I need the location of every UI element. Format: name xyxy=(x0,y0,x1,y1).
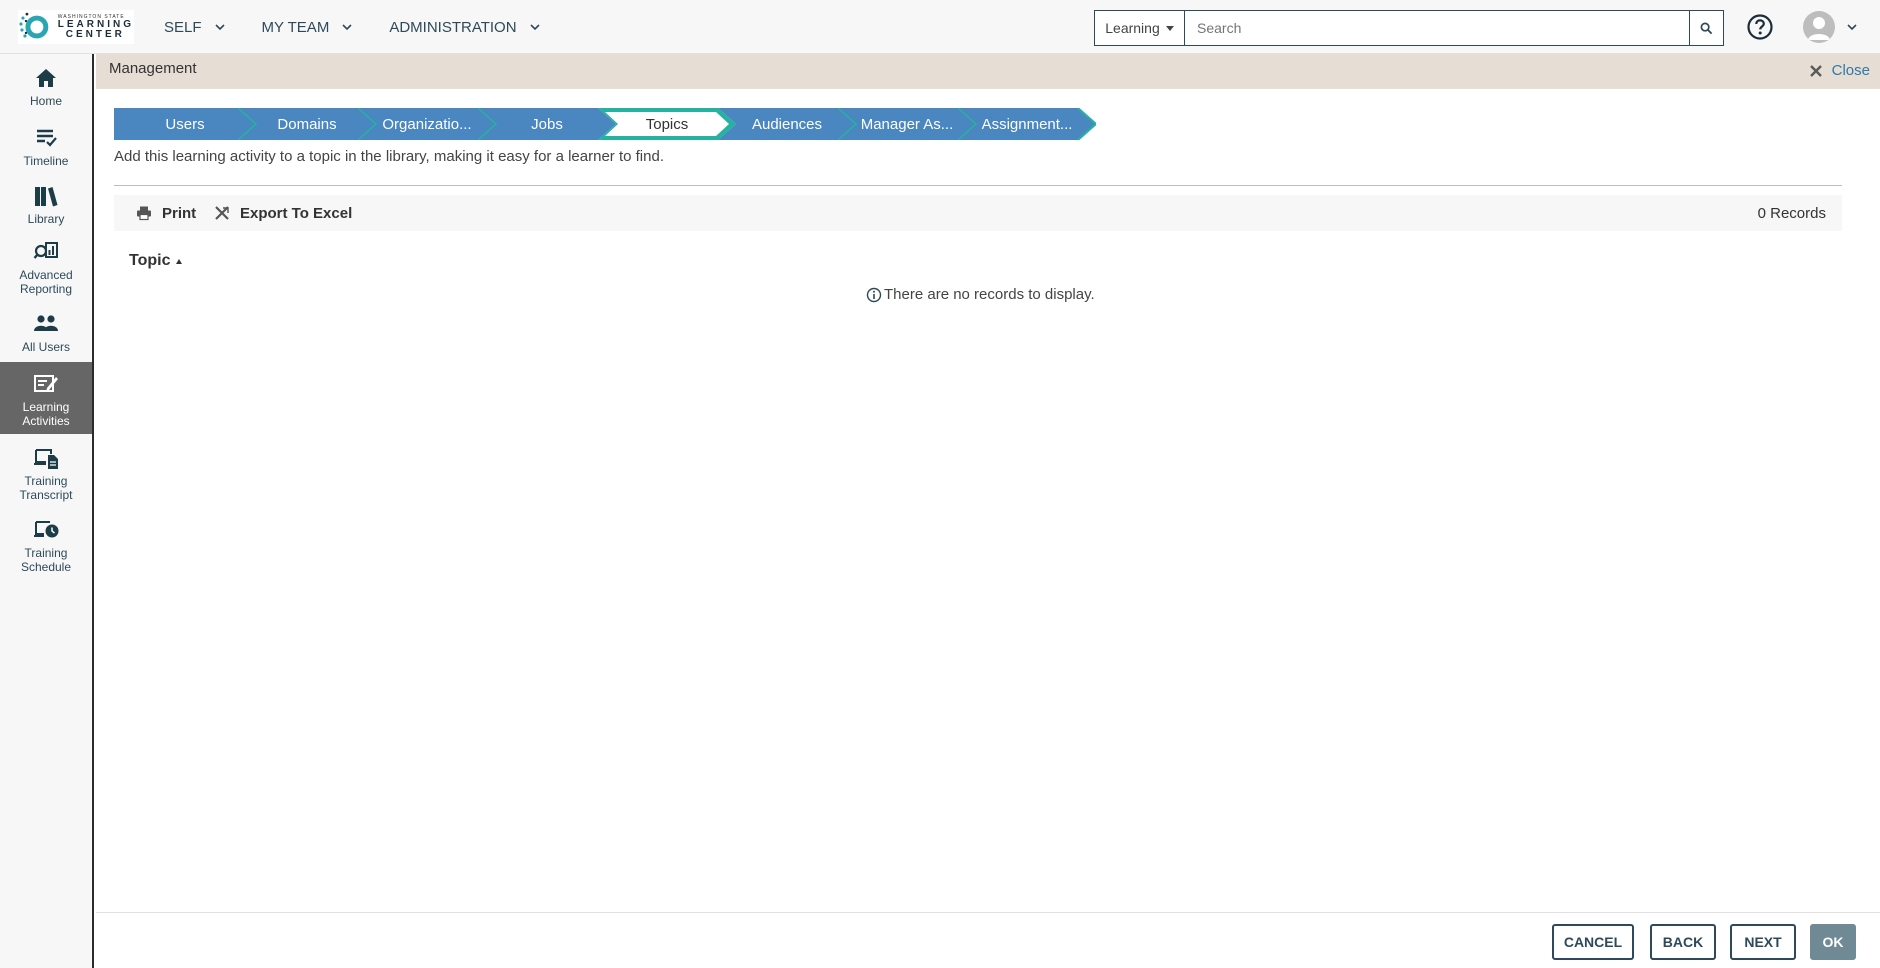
step-label: Assignment... xyxy=(981,115,1073,133)
step-label: Audiences xyxy=(751,115,823,133)
sidebar-item-label: Training Schedule xyxy=(20,546,72,574)
nav-administration-label: ADMINISTRATION xyxy=(389,18,517,36)
empty-state: There are no records to display. xyxy=(866,286,1095,303)
back-button[interactable]: BACK xyxy=(1650,924,1716,960)
sidebar-item-timeline[interactable]: Timeline xyxy=(0,126,92,176)
step-label: Topics xyxy=(645,115,689,133)
nav-my-team[interactable]: MY TEAM xyxy=(262,19,354,36)
record-count: 0 Records xyxy=(1757,205,1826,222)
user-avatar-icon xyxy=(1808,17,1830,40)
sidebar: Home Timeline Library Advanced Reporting… xyxy=(0,54,94,968)
step-jobs[interactable]: Jobs xyxy=(478,108,616,140)
sidebar-item-training-transcript[interactable]: Training Transcript xyxy=(0,446,92,506)
search-bar: Learning xyxy=(1094,10,1724,46)
transcript-icon xyxy=(34,449,58,469)
home-icon xyxy=(36,69,56,87)
avatar[interactable] xyxy=(1803,11,1835,43)
main-nav: SELF MY TEAM ADMINISTRATION xyxy=(164,0,577,54)
step-description: Add this learning activity to a topic in… xyxy=(114,148,664,165)
print-label: Print xyxy=(162,204,197,222)
search-icon xyxy=(1700,22,1713,34)
top-bar: WASHINGTON STATE LEARNING CENTER SELF MY… xyxy=(0,0,1880,54)
sidebar-item-advanced-reporting[interactable]: Advanced Reporting xyxy=(0,240,92,302)
nav-my-team-label: MY TEAM xyxy=(261,18,330,36)
column-header-topic[interactable]: Topic xyxy=(129,252,183,270)
step-assignments[interactable]: Assignment... xyxy=(958,108,1096,140)
search-input[interactable] xyxy=(1185,11,1689,45)
management-header: Management Close xyxy=(96,54,1880,89)
step-manager-assignments[interactable]: Manager As... xyxy=(838,108,976,140)
print-icon xyxy=(137,206,151,221)
nav-self[interactable]: SELF xyxy=(164,19,226,36)
close-button[interactable]: Close xyxy=(1808,62,1870,79)
logo-text-line1: LEARNING xyxy=(57,18,134,30)
close-label: Close xyxy=(1831,62,1870,79)
sidebar-item-label: Library xyxy=(27,212,65,226)
divider xyxy=(114,185,1842,186)
sidebar-item-label: Training Transcript xyxy=(19,474,73,502)
sidebar-item-label: Learning Activities xyxy=(22,400,70,428)
export-label: Export To Excel xyxy=(240,204,353,222)
search-scope-select[interactable]: Learning xyxy=(1095,11,1185,45)
library-icon xyxy=(35,187,58,207)
footer-divider xyxy=(96,912,1880,913)
next-button[interactable]: NEXT xyxy=(1730,924,1796,960)
info-icon xyxy=(866,287,882,302)
logo-icon xyxy=(19,12,49,39)
step-label: Organizatio... xyxy=(382,115,472,133)
sort-ascending-icon xyxy=(176,258,183,264)
step-label: Users xyxy=(165,115,205,133)
column-header-label: Topic xyxy=(129,252,171,269)
chevron-down-icon[interactable] xyxy=(1846,21,1858,33)
ok-button[interactable]: OK xyxy=(1810,924,1856,960)
sidebar-item-library[interactable]: Library xyxy=(0,184,92,234)
export-to-excel-button[interactable]: Export To Excel xyxy=(214,195,352,231)
search-scope-label: Learning xyxy=(1105,20,1160,36)
learning-activities-icon xyxy=(34,375,58,392)
step-label: Manager As... xyxy=(860,115,954,133)
sidebar-item-label: Home xyxy=(29,94,62,108)
schedule-icon xyxy=(34,521,59,538)
step-label: Domains xyxy=(277,115,337,133)
panel-title: Management xyxy=(109,60,197,77)
close-icon xyxy=(1809,64,1822,77)
sidebar-item-label: Timeline xyxy=(23,154,69,168)
step-organizations[interactable]: Organizatio... xyxy=(358,108,496,140)
nav-administration[interactable]: ADMINISTRATION xyxy=(389,19,540,36)
logo-text-line2: CENTER xyxy=(65,28,125,40)
step-topics[interactable]: Topics xyxy=(598,108,736,140)
step-domains[interactable]: Domains xyxy=(238,108,376,140)
excel-icon xyxy=(215,206,229,220)
sidebar-item-training-schedule[interactable]: Training Schedule xyxy=(0,518,92,578)
chevron-down-icon xyxy=(342,24,352,31)
chevron-down-icon xyxy=(529,24,540,31)
sidebar-item-label: Advanced Reporting xyxy=(19,268,73,296)
sidebar-item-home[interactable]: Home xyxy=(0,66,92,116)
step-users[interactable]: Users xyxy=(114,108,256,140)
caret-down-icon xyxy=(1165,25,1174,31)
chevron-down-icon xyxy=(214,24,225,31)
timeline-icon xyxy=(37,129,57,147)
sidebar-item-all-users[interactable]: All Users xyxy=(0,312,92,364)
print-button[interactable]: Print xyxy=(136,195,196,231)
empty-message: There are no records to display. xyxy=(884,286,1095,303)
users-icon xyxy=(34,315,58,331)
help-icon[interactable] xyxy=(1746,13,1774,41)
step-label: Jobs xyxy=(531,115,563,133)
cancel-button[interactable]: CANCEL xyxy=(1552,924,1634,960)
logo[interactable]: WASHINGTON STATE LEARNING CENTER xyxy=(18,10,134,44)
step-audiences[interactable]: Audiences xyxy=(718,108,856,140)
nav-self-label: SELF xyxy=(164,18,202,36)
sidebar-item-label: All Users xyxy=(21,340,70,354)
search-button[interactable] xyxy=(1689,11,1723,45)
sidebar-item-learning-activities[interactable]: Learning Activities xyxy=(0,362,92,434)
grid-toolbar: Print Export To Excel 0 Records xyxy=(114,195,1842,231)
reporting-icon xyxy=(33,242,58,259)
